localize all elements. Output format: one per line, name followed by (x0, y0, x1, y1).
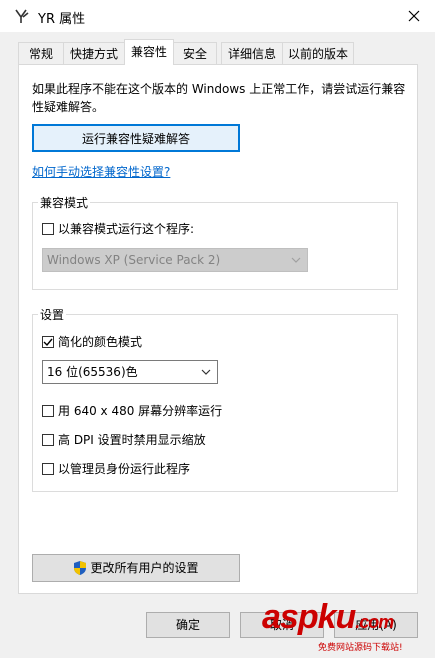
run-troubleshooter-button[interactable]: 运行兼容性疑难解答 (32, 124, 240, 152)
run-as-admin-label: 以管理员身份运行此程序 (58, 462, 191, 476)
tab-security[interactable]: 安全 (173, 42, 217, 64)
app-icon (14, 8, 30, 24)
chevron-down-icon (201, 369, 211, 375)
color-mode-select[interactable]: 16 位(65536)色 (42, 360, 218, 384)
watermark-brand: aspku (262, 598, 356, 636)
compat-mode-select-value: Windows XP (Service Pack 2) (47, 253, 221, 267)
close-icon (408, 10, 419, 22)
tab-shortcut[interactable]: 快捷方式 (63, 42, 125, 64)
compat-mode-checkbox[interactable] (42, 222, 54, 235)
reduced-color-row[interactable]: 简化的颜色模式 (42, 333, 142, 350)
close-button[interactable] (392, 0, 435, 32)
high-dpi-checkbox[interactable] (42, 433, 54, 446)
uac-shield-icon (74, 561, 87, 575)
high-dpi-row[interactable]: 高 DPI 设置时禁用显示缩放 (42, 431, 206, 448)
tab-details[interactable]: 详细信息 (221, 42, 283, 64)
checkmark-icon (43, 338, 53, 346)
run-as-admin-row[interactable]: 以管理员身份运行此程序 (42, 460, 190, 477)
aspku-watermark: aspku.com 免费网站源码下载站! (262, 598, 432, 656)
watermark-suffix: .com (355, 612, 394, 632)
window-title: YR 属性 (38, 12, 86, 27)
compat-mode-group (32, 202, 398, 290)
reduced-color-label: 简化的颜色模式 (58, 335, 143, 349)
compat-mode-checkbox-label: 以兼容模式运行这个程序: (58, 222, 195, 236)
reduced-color-checkbox[interactable] (42, 335, 54, 348)
compat-mode-checkbox-row[interactable]: 以兼容模式运行这个程序: (42, 220, 194, 237)
intro-text: 如果此程序不能在这个版本的 Windows 上正常工作，请尝试运行兼容性疑难解答… (32, 82, 406, 114)
manual-settings-link[interactable]: 如何手动选择兼容性设置? (32, 163, 170, 180)
run-as-admin-checkbox[interactable] (42, 462, 54, 475)
tab-general[interactable]: 常规 (18, 42, 64, 64)
high-dpi-label: 高 DPI 设置时禁用显示缩放 (58, 433, 206, 447)
color-mode-select-value: 16 位(65536)色 (47, 365, 138, 379)
watermark-tagline: 免费网站源码下载站! (318, 643, 403, 653)
res-640-label: 用 640 x 480 屏幕分辨率运行 (58, 404, 223, 418)
compat-mode-legend: 兼容模式 (38, 194, 91, 211)
chevron-down-icon (291, 257, 301, 263)
change-all-users-button[interactable]: 更改所有用户的设置 (32, 554, 240, 582)
change-all-users-label: 更改所有用户的设置 (90, 561, 199, 575)
res-640-checkbox[interactable] (42, 404, 54, 417)
settings-legend: 设置 (38, 306, 67, 323)
tab-previous-versions[interactable]: 以前的版本 (282, 42, 354, 64)
compat-mode-select: Windows XP (Service Pack 2) (42, 248, 308, 272)
res-640-row[interactable]: 用 640 x 480 屏幕分辨率运行 (42, 402, 222, 419)
ok-button[interactable]: 确定 (146, 612, 230, 638)
tab-compatibility[interactable]: 兼容性 (124, 39, 174, 65)
